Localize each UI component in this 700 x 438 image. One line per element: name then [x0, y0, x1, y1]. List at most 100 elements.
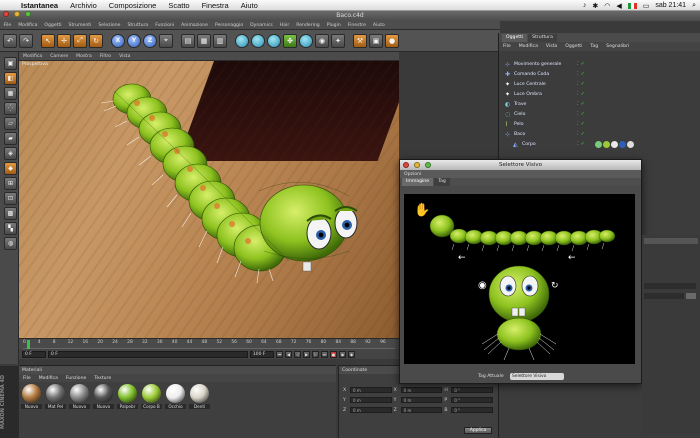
- y-axis-lock-button[interactable]: Y: [127, 33, 141, 48]
- vpmenu-modifica[interactable]: Modifica: [19, 54, 46, 59]
- workplane-icon[interactable]: ▩: [4, 207, 17, 220]
- rotate-tool-icon[interactable]: ↻: [89, 33, 103, 48]
- caterpillar-model[interactable]: [19, 61, 399, 338]
- object-row[interactable]: ◐ Trave ⁚ ✓: [499, 99, 700, 109]
- check-icon[interactable]: ✓: [581, 101, 585, 107]
- menu-app[interactable]: Istantanea: [15, 1, 64, 10]
- edges-tool-icon[interactable]: ▱: [4, 117, 17, 130]
- appmenu-struttura[interactable]: Struttura: [124, 23, 152, 28]
- tab-struttura[interactable]: Struttura: [528, 34, 557, 42]
- animation-mode-icon[interactable]: ◈: [4, 147, 17, 160]
- material-tag-icon[interactable]: [619, 141, 626, 148]
- step-forward-icon[interactable]: ▷: [312, 350, 319, 358]
- frame-range-slider[interactable]: 0 F: [48, 350, 248, 358]
- record-keyframe-icon[interactable]: ●: [330, 350, 337, 358]
- visibility-dot-icon[interactable]: ⁚: [577, 141, 579, 147]
- goto-start-icon[interactable]: ⏮: [276, 350, 283, 358]
- apply-button[interactable]: Applica: [464, 427, 492, 434]
- matmenu-file[interactable]: File: [19, 376, 35, 381]
- rotation-p-field[interactable]: 0 °: [451, 397, 494, 403]
- object-row[interactable]: ◌ Cielo ⁚ ✓: [499, 109, 700, 119]
- snap-icon[interactable]: ⊡: [4, 192, 17, 205]
- check-icon[interactable]: ✓: [581, 71, 585, 77]
- soft-selection-icon[interactable]: ◍: [4, 237, 17, 250]
- use-model-tool-icon[interactable]: ▣: [4, 57, 17, 70]
- visibility-dot-icon[interactable]: ⁚: [577, 81, 579, 87]
- play-icon[interactable]: ▶: [303, 350, 310, 358]
- tweak-mode-icon[interactable]: ◆: [4, 162, 17, 175]
- render-view-icon[interactable]: ▤: [181, 33, 195, 48]
- position-z-field[interactable]: 0 m: [350, 407, 392, 413]
- clock[interactable]: sab 21:41: [655, 2, 686, 9]
- bluetooth-icon[interactable]: ✱: [592, 2, 598, 10]
- appmenu-rendering[interactable]: Rendering: [293, 23, 323, 28]
- appmenu-finestre[interactable]: Finestre: [344, 23, 369, 28]
- object-row[interactable]: ⊹ Baco ⁚ ✓: [499, 129, 700, 139]
- matmenu-texture[interactable]: Texture: [90, 376, 115, 381]
- end-frame-field[interactable]: 100 F: [250, 350, 274, 358]
- menu-composizione[interactable]: Composizione: [103, 1, 163, 10]
- cube-primitive-icon[interactable]: [235, 33, 249, 48]
- deformer-icon[interactable]: ✤: [283, 33, 297, 48]
- check-icon[interactable]: ✓: [581, 111, 585, 117]
- material-swatch[interactable]: Denti: [189, 384, 210, 409]
- calculator-icon[interactable]: ▣: [369, 33, 383, 48]
- array-icon[interactable]: [267, 33, 281, 48]
- autokey-icon[interactable]: ◉: [339, 350, 346, 358]
- coordinate-system-icon[interactable]: ⌖: [159, 33, 173, 48]
- appmenu-selezione[interactable]: Selezione: [95, 23, 124, 28]
- vpmenu-filtro[interactable]: Filtro: [96, 54, 115, 59]
- record-icon[interactable]: ●: [385, 33, 399, 48]
- appmenu-aiuto[interactable]: Aiuto: [369, 23, 388, 28]
- appmenu-modifica[interactable]: Modifica: [15, 23, 41, 28]
- appmenu-strumenti[interactable]: Strumenti: [65, 23, 95, 28]
- tab-immagine[interactable]: Immagine: [402, 178, 434, 186]
- tab-oggetti[interactable]: Oggetti: [502, 34, 528, 42]
- position-y-field[interactable]: 0 m: [350, 397, 392, 403]
- visibility-dot-icon[interactable]: ⁚: [577, 131, 579, 137]
- appmenu-personaggio[interactable]: Personaggio: [211, 23, 246, 28]
- 3d-viewport[interactable]: [19, 61, 399, 338]
- material-tag-icon[interactable]: [603, 141, 610, 148]
- selector-image[interactable]: ✋ ← ← ◉ ↻: [404, 194, 635, 364]
- speaker-icon[interactable]: ◀: [616, 2, 621, 10]
- x-axis-lock-button[interactable]: X: [111, 33, 125, 48]
- timeline-cursor[interactable]: [27, 340, 30, 349]
- italian-flag-icon[interactable]: [627, 2, 637, 9]
- appmenu-hair[interactable]: Hair: [276, 23, 292, 28]
- size-z-field[interactable]: 0 m: [400, 407, 443, 413]
- material-tag-icon[interactable]: [611, 141, 618, 148]
- material-swatch[interactable]: Nuovo: [93, 384, 114, 409]
- appmenu-plugin[interactable]: Plugin: [323, 23, 344, 28]
- wifi-icon[interactable]: ◠: [604, 2, 610, 10]
- check-icon[interactable]: ✓: [581, 81, 585, 87]
- object-row[interactable]: ✦ Luce Ombra ⁚ ✓: [499, 89, 700, 99]
- visibility-dot-icon[interactable]: ⁚: [577, 111, 579, 117]
- undo-icon[interactable]: ↶: [3, 33, 17, 48]
- appmenu-file[interactable]: File: [0, 23, 15, 28]
- attributes-field[interactable]: [644, 293, 684, 299]
- timeline-ruler[interactable]: 0 4 8 12 16 20 24 28 32 36 40 44 48 52 56 60 64 68 72 76 80 8…: [19, 338, 399, 349]
- check-icon[interactable]: ✓: [581, 61, 585, 67]
- axis-mode-icon[interactable]: ⊞: [4, 177, 17, 190]
- menu-aiuto[interactable]: Aiuto: [235, 1, 264, 10]
- material-swatch[interactable]: Nuovo: [21, 384, 42, 409]
- position-x-field[interactable]: 0 m: [350, 387, 392, 393]
- objmenu-vista[interactable]: Vista: [542, 44, 561, 49]
- objmenu-segnalibri[interactable]: Segnalibri: [602, 44, 633, 49]
- appmenu-animazione[interactable]: Animazione: [178, 23, 212, 28]
- material-swatch[interactable]: Mat Pel: [45, 384, 66, 409]
- move-tool-icon[interactable]: ✛: [57, 33, 71, 48]
- render-picture-viewer-icon[interactable]: ▦: [197, 33, 211, 48]
- tab-tag[interactable]: Tag: [434, 178, 450, 186]
- size-y-field[interactable]: 0 m: [400, 397, 443, 403]
- visibility-dot-icon[interactable]: ⁚: [577, 61, 579, 67]
- matmenu-funzione[interactable]: Funzione: [62, 376, 90, 381]
- battery-icon[interactable]: ▭: [643, 2, 650, 10]
- objmenu-modifica[interactable]: Modifica: [515, 44, 542, 49]
- camera-icon[interactable]: ◉: [315, 33, 329, 48]
- material-swatch[interactable]: Nuovo: [69, 384, 90, 409]
- points-tool-icon[interactable]: ⁛: [4, 102, 17, 115]
- light-icon[interactable]: ✦: [331, 33, 345, 48]
- z-axis-lock-button[interactable]: Z: [143, 33, 157, 48]
